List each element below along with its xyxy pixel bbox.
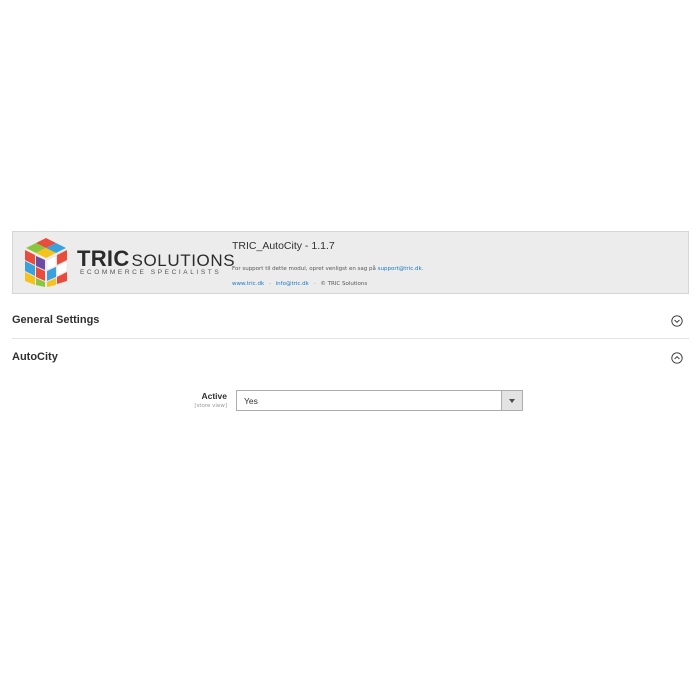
scope-label: [store view]	[194, 403, 227, 409]
banner-links: www.tric.dk - info@tric.dk - © TRIC Solu…	[232, 281, 367, 287]
email-link[interactable]: info@tric.dk	[276, 281, 309, 287]
active-label: Active	[201, 391, 227, 401]
brand-strong: TRIC	[77, 246, 130, 271]
support-end: .	[421, 266, 424, 272]
link-separator: -	[268, 281, 271, 287]
support-email-link[interactable]: support@tric.dk	[378, 266, 422, 272]
link-separator: -	[313, 281, 316, 287]
active-select-value: Yes	[244, 396, 258, 406]
website-link[interactable]: www.tric.dk	[232, 281, 264, 287]
section-title: General Settings	[12, 314, 100, 326]
brand-tagline: ECOMMERCE SPECIALISTS	[80, 269, 222, 276]
extension-banner: TRIC SOLUTIONS ECOMMERCE SPECIALISTS TRIC…	[12, 231, 689, 294]
section-autocity[interactable]: AutoCity	[12, 340, 689, 376]
copyright: © TRIC Solutions	[320, 281, 368, 287]
chevron-up-circle-icon[interactable]	[671, 352, 683, 364]
section-title: AutoCity	[12, 351, 58, 363]
brand-light: SOLUTIONS	[131, 251, 236, 270]
support-label: For support til dette modul, opret venli…	[232, 266, 376, 272]
section-general-settings[interactable]: General Settings	[12, 303, 689, 339]
extension-title: TRIC_AutoCity - 1.1.7	[232, 240, 335, 252]
select-arrow-button[interactable]	[501, 391, 522, 410]
caret-down-icon	[509, 399, 515, 403]
support-text: For support til dette modul, opret venli…	[232, 266, 423, 272]
active-select[interactable]: Yes	[236, 390, 523, 411]
active-field-label: Active [store view]	[194, 391, 227, 409]
rubiks-cube-logo	[25, 238, 68, 287]
chevron-down-circle-icon[interactable]	[671, 315, 683, 327]
